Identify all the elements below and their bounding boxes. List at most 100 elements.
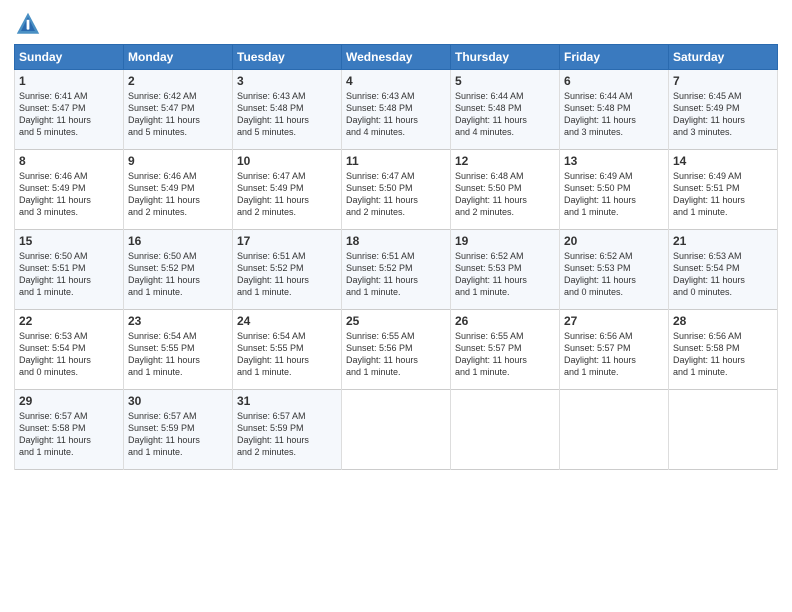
day-number: 17 — [237, 234, 337, 248]
week-row-1: 1 Sunrise: 6:41 AM Sunset: 5:47 PM Daylig… — [15, 70, 778, 150]
calendar-cell: 21Sunrise: 6:53 AM Sunset: 5:54 PM Dayli… — [669, 230, 778, 310]
cell-info: Sunrise: 6:51 AM Sunset: 5:52 PM Dayligh… — [237, 250, 337, 299]
week-row-2: 8 Sunrise: 6:46 AM Sunset: 5:49 PM Daylig… — [15, 150, 778, 230]
calendar-cell: 13 Sunrise: 6:49 AM Sunset: 5:50 PM Dayli… — [560, 150, 669, 230]
calendar-cell: 8 Sunrise: 6:46 AM Sunset: 5:49 PM Daylig… — [15, 150, 124, 230]
cell-info: Sunrise: 6:47 AM Sunset: 5:49 PM Dayligh… — [237, 170, 337, 219]
day-header-friday: Friday — [560, 45, 669, 70]
calendar-cell: 11 Sunrise: 6:47 AM Sunset: 5:50 PM Dayli… — [342, 150, 451, 230]
day-header-sunday: Sunday — [15, 45, 124, 70]
day-number: 10 — [237, 154, 337, 168]
calendar-cell: 24 Sunrise: 6:54 AM Sunset: 5:55 PM Dayli… — [233, 310, 342, 390]
calendar-cell: 15 Sunrise: 6:50 AM Sunset: 5:51 PM Dayli… — [15, 230, 124, 310]
calendar-cell: 4 Sunrise: 6:43 AM Sunset: 5:48 PM Daylig… — [342, 70, 451, 150]
cell-info: Sunrise: 6:46 AM Sunset: 5:49 PM Dayligh… — [19, 170, 119, 219]
calendar-cell: 12 Sunrise: 6:48 AM Sunset: 5:50 PM Dayli… — [451, 150, 560, 230]
calendar-table: SundayMondayTuesdayWednesdayThursdayFrid… — [14, 44, 778, 470]
cell-info: Sunrise: 6:46 AM Sunset: 5:49 PM Dayligh… — [128, 170, 228, 219]
cell-info: Sunrise: 6:57 AM Sunset: 5:58 PM Dayligh… — [19, 410, 119, 459]
day-header-tuesday: Tuesday — [233, 45, 342, 70]
calendar-cell: 29 Sunrise: 6:57 AM Sunset: 5:58 PM Dayli… — [15, 390, 124, 470]
calendar-cell: 26Sunrise: 6:55 AM Sunset: 5:57 PM Dayli… — [451, 310, 560, 390]
cell-info: Sunrise: 6:43 AM Sunset: 5:48 PM Dayligh… — [346, 90, 446, 139]
logo-icon — [14, 10, 42, 38]
page-container: SundayMondayTuesdayWednesdayThursdayFrid… — [0, 0, 792, 480]
calendar-cell: 30 Sunrise: 6:57 AM Sunset: 5:59 PM Dayli… — [124, 390, 233, 470]
day-number: 16 — [128, 234, 228, 248]
day-header-wednesday: Wednesday — [342, 45, 451, 70]
calendar-cell: 17 Sunrise: 6:51 AM Sunset: 5:52 PM Dayli… — [233, 230, 342, 310]
cell-info: Sunrise: 6:53 AM Sunset: 5:54 PM Dayligh… — [673, 250, 773, 299]
week-row-5: 29 Sunrise: 6:57 AM Sunset: 5:58 PM Dayli… — [15, 390, 778, 470]
day-number: 8 — [19, 154, 119, 168]
cell-info: Sunrise: 6:51 AM Sunset: 5:52 PM Dayligh… — [346, 250, 446, 299]
cell-info: Sunrise: 6:50 AM Sunset: 5:51 PM Dayligh… — [19, 250, 119, 299]
calendar-cell: 10 Sunrise: 6:47 AM Sunset: 5:49 PM Dayli… — [233, 150, 342, 230]
cell-info: Sunrise: 6:49 AM Sunset: 5:50 PM Dayligh… — [564, 170, 664, 219]
cell-info: Sunrise: 6:53 AM Sunset: 5:54 PM Dayligh… — [19, 330, 119, 379]
calendar-cell: 22 Sunrise: 6:53 AM Sunset: 5:54 PM Dayli… — [15, 310, 124, 390]
day-number: 3 — [237, 74, 337, 88]
cell-info: Sunrise: 6:56 AM Sunset: 5:58 PM Dayligh… — [673, 330, 773, 379]
day-number: 14 — [673, 154, 773, 168]
cell-info: Sunrise: 6:44 AM Sunset: 5:48 PM Dayligh… — [564, 90, 664, 139]
calendar-cell: 16 Sunrise: 6:50 AM Sunset: 5:52 PM Dayli… — [124, 230, 233, 310]
day-number: 13 — [564, 154, 664, 168]
cell-info: Sunrise: 6:50 AM Sunset: 5:52 PM Dayligh… — [128, 250, 228, 299]
calendar-cell: 18 Sunrise: 6:51 AM Sunset: 5:52 PM Dayli… — [342, 230, 451, 310]
calendar-cell: 3 Sunrise: 6:43 AM Sunset: 5:48 PM Daylig… — [233, 70, 342, 150]
calendar-cell — [669, 390, 778, 470]
cell-info: Sunrise: 6:55 AM Sunset: 5:57 PM Dayligh… — [455, 330, 555, 379]
day-number: 23 — [128, 314, 228, 328]
day-number: 18 — [346, 234, 446, 248]
week-row-4: 22 Sunrise: 6:53 AM Sunset: 5:54 PM Dayli… — [15, 310, 778, 390]
day-number: 4 — [346, 74, 446, 88]
cell-info: Sunrise: 6:49 AM Sunset: 5:51 PM Dayligh… — [673, 170, 773, 219]
day-number: 27 — [564, 314, 664, 328]
cell-info: Sunrise: 6:54 AM Sunset: 5:55 PM Dayligh… — [237, 330, 337, 379]
day-number: 31 — [237, 394, 337, 408]
day-number: 24 — [237, 314, 337, 328]
cell-info: Sunrise: 6:43 AM Sunset: 5:48 PM Dayligh… — [237, 90, 337, 139]
calendar-cell: 1 Sunrise: 6:41 AM Sunset: 5:47 PM Daylig… — [15, 70, 124, 150]
calendar-header-row: SundayMondayTuesdayWednesdayThursdayFrid… — [15, 45, 778, 70]
day-number: 25 — [346, 314, 446, 328]
cell-info: Sunrise: 6:52 AM Sunset: 5:53 PM Dayligh… — [564, 250, 664, 299]
day-number: 12 — [455, 154, 555, 168]
calendar-cell: 31 Sunrise: 6:57 AM Sunset: 5:59 PM Dayli… — [233, 390, 342, 470]
day-number: 5 — [455, 74, 555, 88]
day-number: 22 — [19, 314, 119, 328]
cell-info: Sunrise: 6:42 AM Sunset: 5:47 PM Dayligh… — [128, 90, 228, 139]
day-number: 29 — [19, 394, 119, 408]
day-number: 2 — [128, 74, 228, 88]
calendar-cell: 19Sunrise: 6:52 AM Sunset: 5:53 PM Dayli… — [451, 230, 560, 310]
calendar-cell: 25Sunrise: 6:55 AM Sunset: 5:56 PM Dayli… — [342, 310, 451, 390]
day-number: 9 — [128, 154, 228, 168]
header — [14, 10, 778, 38]
cell-info: Sunrise: 6:41 AM Sunset: 5:47 PM Dayligh… — [19, 90, 119, 139]
day-number: 15 — [19, 234, 119, 248]
calendar-cell: 14 Sunrise: 6:49 AM Sunset: 5:51 PM Dayli… — [669, 150, 778, 230]
calendar-cell: 2 Sunrise: 6:42 AM Sunset: 5:47 PM Daylig… — [124, 70, 233, 150]
cell-info: Sunrise: 6:47 AM Sunset: 5:50 PM Dayligh… — [346, 170, 446, 219]
day-number: 11 — [346, 154, 446, 168]
calendar-cell: 9 Sunrise: 6:46 AM Sunset: 5:49 PM Daylig… — [124, 150, 233, 230]
calendar-cell: 5Sunrise: 6:44 AM Sunset: 5:48 PM Daylig… — [451, 70, 560, 150]
day-header-monday: Monday — [124, 45, 233, 70]
day-number: 1 — [19, 74, 119, 88]
day-number: 30 — [128, 394, 228, 408]
cell-info: Sunrise: 6:48 AM Sunset: 5:50 PM Dayligh… — [455, 170, 555, 219]
day-header-saturday: Saturday — [669, 45, 778, 70]
day-number: 7 — [673, 74, 773, 88]
calendar-cell: 28 Sunrise: 6:56 AM Sunset: 5:58 PM Dayli… — [669, 310, 778, 390]
calendar-cell: 23 Sunrise: 6:54 AM Sunset: 5:55 PM Dayli… — [124, 310, 233, 390]
cell-info: Sunrise: 6:45 AM Sunset: 5:49 PM Dayligh… — [673, 90, 773, 139]
cell-info: Sunrise: 6:54 AM Sunset: 5:55 PM Dayligh… — [128, 330, 228, 379]
cell-info: Sunrise: 6:57 AM Sunset: 5:59 PM Dayligh… — [237, 410, 337, 459]
cell-info: Sunrise: 6:52 AM Sunset: 5:53 PM Dayligh… — [455, 250, 555, 299]
calendar-cell: 6Sunrise: 6:44 AM Sunset: 5:48 PM Daylig… — [560, 70, 669, 150]
day-number: 28 — [673, 314, 773, 328]
day-header-thursday: Thursday — [451, 45, 560, 70]
cell-info: Sunrise: 6:57 AM Sunset: 5:59 PM Dayligh… — [128, 410, 228, 459]
day-number: 20 — [564, 234, 664, 248]
